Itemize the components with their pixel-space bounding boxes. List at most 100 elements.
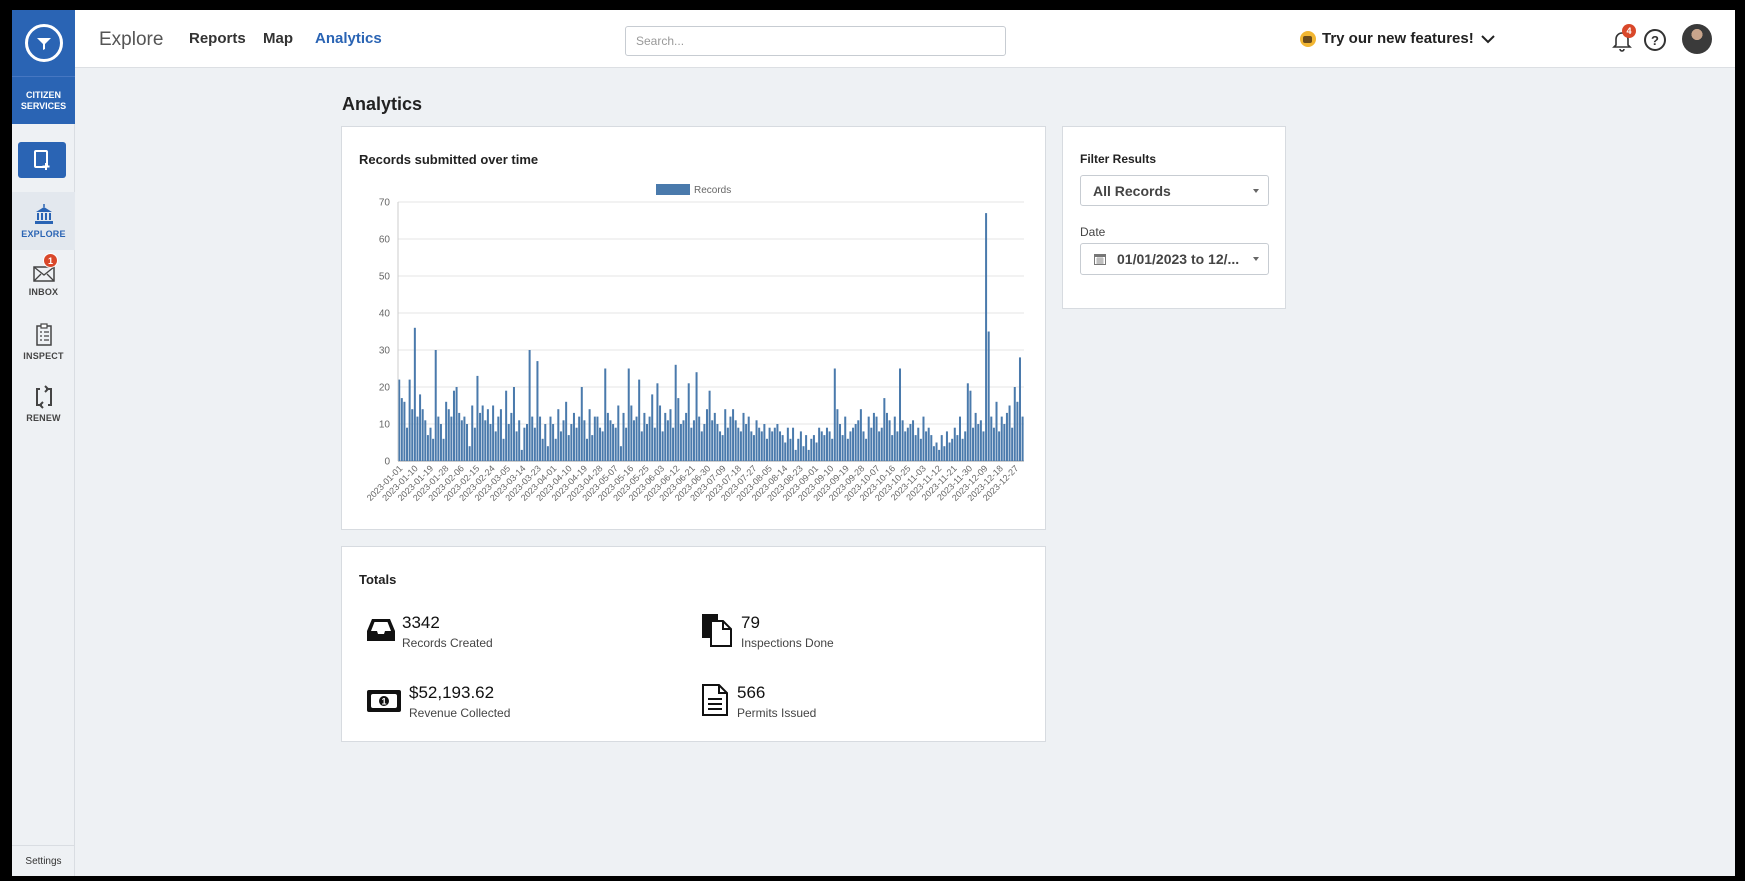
bar[interactable] bbox=[846, 438, 849, 461]
bar[interactable] bbox=[612, 424, 615, 461]
bar[interactable] bbox=[818, 427, 821, 461]
bar[interactable] bbox=[953, 427, 956, 461]
bar[interactable] bbox=[593, 416, 596, 461]
bar[interactable] bbox=[917, 427, 920, 461]
bar[interactable] bbox=[572, 412, 575, 461]
bar[interactable] bbox=[460, 420, 463, 461]
bar[interactable] bbox=[413, 327, 416, 461]
bar[interactable] bbox=[760, 431, 763, 461]
bar[interactable] bbox=[421, 409, 424, 461]
bar[interactable] bbox=[625, 427, 628, 461]
bar[interactable] bbox=[546, 446, 549, 461]
bar[interactable] bbox=[609, 420, 612, 461]
bar[interactable] bbox=[677, 398, 680, 461]
bar[interactable] bbox=[476, 375, 479, 461]
bar[interactable] bbox=[679, 424, 682, 461]
bar[interactable] bbox=[799, 431, 802, 461]
bar[interactable] bbox=[531, 416, 534, 461]
bar[interactable] bbox=[437, 416, 440, 461]
bar[interactable] bbox=[450, 416, 453, 461]
bar[interactable] bbox=[565, 401, 568, 461]
bar[interactable] bbox=[925, 431, 928, 461]
bar[interactable] bbox=[789, 438, 792, 461]
bar[interactable] bbox=[831, 438, 834, 461]
bar[interactable] bbox=[930, 435, 933, 461]
bar[interactable] bbox=[526, 424, 529, 461]
bar[interactable] bbox=[552, 424, 555, 461]
bar[interactable] bbox=[912, 420, 915, 461]
bar[interactable] bbox=[661, 431, 664, 461]
bar[interactable] bbox=[533, 427, 536, 461]
bar[interactable] bbox=[494, 431, 497, 461]
bar[interactable] bbox=[880, 427, 883, 461]
bar[interactable] bbox=[862, 431, 865, 461]
bar[interactable] bbox=[586, 438, 589, 461]
bar[interactable] bbox=[797, 438, 800, 461]
app-logo[interactable] bbox=[12, 10, 75, 76]
bar[interactable] bbox=[653, 427, 656, 461]
bar[interactable] bbox=[977, 424, 980, 461]
bar[interactable] bbox=[638, 379, 641, 461]
bar[interactable] bbox=[940, 435, 943, 461]
bar[interactable] bbox=[466, 424, 469, 461]
bar[interactable] bbox=[719, 431, 722, 461]
bar[interactable] bbox=[966, 383, 969, 461]
bar[interactable] bbox=[721, 435, 724, 461]
bar[interactable] bbox=[698, 416, 701, 461]
bar[interactable] bbox=[716, 424, 719, 461]
bar[interactable] bbox=[878, 431, 881, 461]
bar[interactable] bbox=[419, 394, 422, 461]
avatar[interactable] bbox=[1682, 24, 1712, 54]
bar[interactable] bbox=[865, 438, 868, 461]
bar[interactable] bbox=[825, 427, 828, 461]
bar[interactable] bbox=[705, 409, 708, 461]
bar[interactable] bbox=[927, 427, 930, 461]
bar[interactable] bbox=[956, 435, 959, 461]
bar[interactable] bbox=[1021, 416, 1024, 461]
bar[interactable] bbox=[948, 442, 951, 462]
bar[interactable] bbox=[914, 435, 917, 461]
search-input[interactable] bbox=[625, 26, 1006, 56]
bar[interactable] bbox=[400, 398, 403, 461]
bar[interactable] bbox=[899, 368, 902, 462]
bar[interactable] bbox=[734, 420, 737, 461]
bar[interactable] bbox=[867, 416, 870, 461]
bar[interactable] bbox=[523, 427, 526, 461]
bar[interactable] bbox=[872, 412, 875, 461]
bar[interactable] bbox=[729, 416, 732, 461]
bar[interactable] bbox=[544, 424, 547, 461]
bar[interactable] bbox=[909, 424, 912, 461]
bar[interactable] bbox=[695, 372, 698, 461]
bar[interactable] bbox=[726, 427, 729, 461]
bar[interactable] bbox=[982, 431, 985, 461]
bar[interactable] bbox=[961, 438, 964, 461]
bar[interactable] bbox=[645, 424, 648, 461]
bar[interactable] bbox=[690, 427, 693, 461]
bar[interactable] bbox=[411, 409, 414, 461]
bar[interactable] bbox=[802, 446, 805, 461]
bar[interactable] bbox=[998, 431, 1001, 461]
bar[interactable] bbox=[974, 412, 977, 461]
bar[interactable] bbox=[771, 431, 774, 461]
bar[interactable] bbox=[870, 427, 873, 461]
bar[interactable] bbox=[447, 409, 450, 461]
bar[interactable] bbox=[755, 420, 758, 461]
bar[interactable] bbox=[619, 446, 622, 461]
bar[interactable] bbox=[987, 331, 990, 462]
bar[interactable] bbox=[596, 416, 599, 461]
bar[interactable] bbox=[479, 412, 482, 461]
bar[interactable] bbox=[536, 361, 539, 461]
settings-link[interactable]: Settings bbox=[12, 845, 75, 876]
bar[interactable] bbox=[836, 409, 839, 461]
bar[interactable] bbox=[416, 416, 419, 461]
bar[interactable] bbox=[664, 412, 667, 461]
bar[interactable] bbox=[1011, 427, 1014, 461]
bar[interactable] bbox=[742, 412, 745, 461]
new-record-button[interactable] bbox=[18, 142, 66, 178]
nav-map[interactable]: Map bbox=[263, 30, 293, 47]
bar[interactable] bbox=[943, 446, 946, 461]
bar[interactable] bbox=[515, 431, 518, 461]
bar[interactable] bbox=[773, 427, 776, 461]
bar[interactable] bbox=[1018, 357, 1021, 461]
bar[interactable] bbox=[604, 368, 607, 462]
